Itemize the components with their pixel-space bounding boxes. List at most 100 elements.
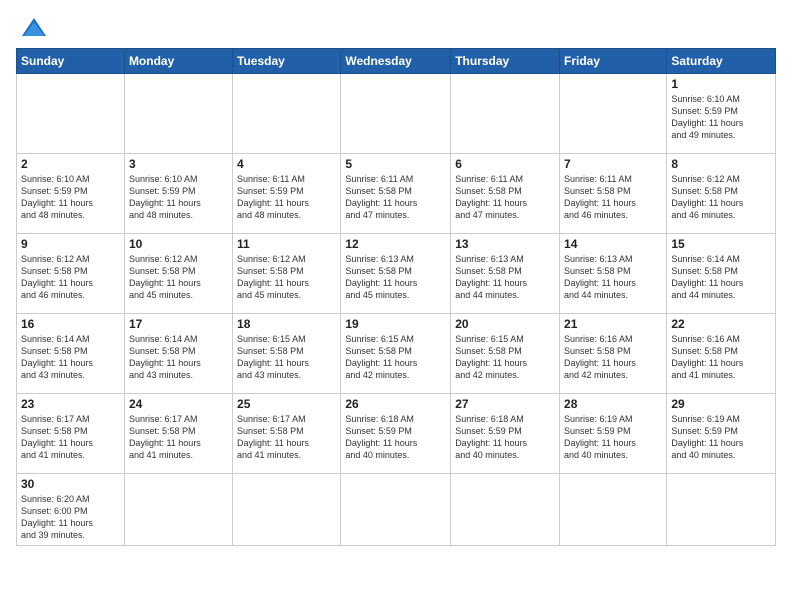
day-info: Sunrise: 6:15 AM Sunset: 5:58 PM Dayligh… <box>237 333 336 382</box>
calendar-cell <box>560 74 667 154</box>
day-number: 10 <box>129 237 228 251</box>
weekday-header-tuesday: Tuesday <box>233 49 341 74</box>
day-info: Sunrise: 6:17 AM Sunset: 5:58 PM Dayligh… <box>237 413 336 462</box>
day-info: Sunrise: 6:18 AM Sunset: 5:59 PM Dayligh… <box>345 413 446 462</box>
day-number: 9 <box>21 237 120 251</box>
day-number: 21 <box>564 317 662 331</box>
day-info: Sunrise: 6:14 AM Sunset: 5:58 PM Dayligh… <box>21 333 120 382</box>
calendar-cell: 3 Sunrise: 6:10 AM Sunset: 5:59 PM Daylig… <box>124 154 232 234</box>
calendar-cell: 18 Sunrise: 6:15 AM Sunset: 5:58 PM Dayli… <box>233 314 341 394</box>
calendar-cell <box>451 74 560 154</box>
calendar-cell: 30 Sunrise: 6:20 AM Sunset: 6:00 PM Dayli… <box>17 474 125 546</box>
calendar-week-row: 9 Sunrise: 6:12 AM Sunset: 5:58 PM Daylig… <box>17 234 776 314</box>
day-number: 7 <box>564 157 662 171</box>
weekday-header-thursday: Thursday <box>451 49 560 74</box>
day-info: Sunrise: 6:12 AM Sunset: 5:58 PM Dayligh… <box>129 253 228 302</box>
day-info: Sunrise: 6:10 AM Sunset: 5:59 PM Dayligh… <box>21 173 120 222</box>
calendar-cell <box>451 474 560 546</box>
calendar-cell: 25 Sunrise: 6:17 AM Sunset: 5:58 PM Dayli… <box>233 394 341 474</box>
day-info: Sunrise: 6:12 AM Sunset: 5:58 PM Dayligh… <box>237 253 336 302</box>
day-info: Sunrise: 6:19 AM Sunset: 5:59 PM Dayligh… <box>671 413 771 462</box>
day-info: Sunrise: 6:12 AM Sunset: 5:58 PM Dayligh… <box>671 173 771 222</box>
calendar-cell: 6 Sunrise: 6:11 AM Sunset: 5:58 PM Daylig… <box>451 154 560 234</box>
day-info: Sunrise: 6:14 AM Sunset: 5:58 PM Dayligh… <box>671 253 771 302</box>
day-info: Sunrise: 6:11 AM Sunset: 5:58 PM Dayligh… <box>455 173 555 222</box>
weekday-header-friday: Friday <box>560 49 667 74</box>
day-info: Sunrise: 6:11 AM Sunset: 5:58 PM Dayligh… <box>345 173 446 222</box>
day-info: Sunrise: 6:12 AM Sunset: 5:58 PM Dayligh… <box>21 253 120 302</box>
calendar-cell <box>124 74 232 154</box>
calendar-cell: 11 Sunrise: 6:12 AM Sunset: 5:58 PM Dayli… <box>233 234 341 314</box>
day-info: Sunrise: 6:16 AM Sunset: 5:58 PM Dayligh… <box>671 333 771 382</box>
day-info: Sunrise: 6:17 AM Sunset: 5:58 PM Dayligh… <box>21 413 120 462</box>
day-number: 24 <box>129 397 228 411</box>
logo-area <box>16 16 48 38</box>
day-info: Sunrise: 6:14 AM Sunset: 5:58 PM Dayligh… <box>129 333 228 382</box>
calendar-cell: 19Sunrise: 6:15 AM Sunset: 5:58 PM Dayli… <box>341 314 451 394</box>
day-number: 23 <box>21 397 120 411</box>
calendar-cell: 12 Sunrise: 6:13 AM Sunset: 5:58 PM Dayli… <box>341 234 451 314</box>
calendar-cell: 23 Sunrise: 6:17 AM Sunset: 5:58 PM Dayli… <box>17 394 125 474</box>
day-number: 12 <box>345 237 446 251</box>
day-number: 27 <box>455 397 555 411</box>
day-info: Sunrise: 6:20 AM Sunset: 6:00 PM Dayligh… <box>21 493 120 542</box>
day-number: 17 <box>129 317 228 331</box>
calendar-cell: 28 Sunrise: 6:19 AM Sunset: 5:59 PM Dayli… <box>560 394 667 474</box>
calendar-week-row: 2 Sunrise: 6:10 AM Sunset: 5:59 PM Daylig… <box>17 154 776 234</box>
day-number: 26 <box>345 397 446 411</box>
day-number: 8 <box>671 157 771 171</box>
weekday-header-saturday: Saturday <box>667 49 776 74</box>
logo-icon <box>20 16 48 38</box>
day-number: 11 <box>237 237 336 251</box>
calendar-cell: 17 Sunrise: 6:14 AM Sunset: 5:58 PM Dayli… <box>124 314 232 394</box>
calendar-cell <box>341 74 451 154</box>
day-number: 4 <box>237 157 336 171</box>
calendar-week-row: 16Sunrise: 6:14 AM Sunset: 5:58 PM Dayli… <box>17 314 776 394</box>
page: SundayMondayTuesdayWednesdayThursdayFrid… <box>0 0 792 556</box>
calendar-cell: 7 Sunrise: 6:11 AM Sunset: 5:58 PM Daylig… <box>560 154 667 234</box>
day-number: 15 <box>671 237 771 251</box>
day-number: 30 <box>21 477 120 491</box>
day-number: 1 <box>671 77 771 91</box>
calendar-cell <box>233 474 341 546</box>
day-number: 13 <box>455 237 555 251</box>
day-info: Sunrise: 6:16 AM Sunset: 5:58 PM Dayligh… <box>564 333 662 382</box>
day-number: 2 <box>21 157 120 171</box>
day-number: 18 <box>237 317 336 331</box>
day-number: 22 <box>671 317 771 331</box>
day-info: Sunrise: 6:13 AM Sunset: 5:58 PM Dayligh… <box>345 253 446 302</box>
calendar-cell <box>233 74 341 154</box>
header <box>16 16 776 38</box>
day-info: Sunrise: 6:15 AM Sunset: 5:58 PM Dayligh… <box>455 333 555 382</box>
calendar-cell: 14Sunrise: 6:13 AM Sunset: 5:58 PM Dayli… <box>560 234 667 314</box>
calendar-cell: 29Sunrise: 6:19 AM Sunset: 5:59 PM Dayli… <box>667 394 776 474</box>
day-number: 25 <box>237 397 336 411</box>
calendar-cell: 13Sunrise: 6:13 AM Sunset: 5:58 PM Dayli… <box>451 234 560 314</box>
day-number: 3 <box>129 157 228 171</box>
weekday-header-wednesday: Wednesday <box>341 49 451 74</box>
calendar-week-row: 30 Sunrise: 6:20 AM Sunset: 6:00 PM Dayli… <box>17 474 776 546</box>
calendar-cell: 10 Sunrise: 6:12 AM Sunset: 5:58 PM Dayli… <box>124 234 232 314</box>
calendar-cell: 8 Sunrise: 6:12 AM Sunset: 5:58 PM Daylig… <box>667 154 776 234</box>
day-number: 6 <box>455 157 555 171</box>
weekday-header-sunday: Sunday <box>17 49 125 74</box>
calendar-week-row: 23 Sunrise: 6:17 AM Sunset: 5:58 PM Dayli… <box>17 394 776 474</box>
day-info: Sunrise: 6:11 AM Sunset: 5:59 PM Dayligh… <box>237 173 336 222</box>
day-number: 14 <box>564 237 662 251</box>
calendar-cell: 5Sunrise: 6:11 AM Sunset: 5:58 PM Daylig… <box>341 154 451 234</box>
day-number: 28 <box>564 397 662 411</box>
day-info: Sunrise: 6:15 AM Sunset: 5:58 PM Dayligh… <box>345 333 446 382</box>
day-info: Sunrise: 6:19 AM Sunset: 5:59 PM Dayligh… <box>564 413 662 462</box>
day-info: Sunrise: 6:10 AM Sunset: 5:59 PM Dayligh… <box>129 173 228 222</box>
calendar-cell: 2 Sunrise: 6:10 AM Sunset: 5:59 PM Daylig… <box>17 154 125 234</box>
calendar-cell: 1 Sunrise: 6:10 AM Sunset: 5:59 PM Daylig… <box>667 74 776 154</box>
day-info: Sunrise: 6:17 AM Sunset: 5:58 PM Dayligh… <box>129 413 228 462</box>
calendar-cell <box>667 474 776 546</box>
day-number: 20 <box>455 317 555 331</box>
calendar-cell: 4 Sunrise: 6:11 AM Sunset: 5:59 PM Daylig… <box>233 154 341 234</box>
calendar-header: SundayMondayTuesdayWednesdayThursdayFrid… <box>17 49 776 74</box>
day-info: Sunrise: 6:11 AM Sunset: 5:58 PM Dayligh… <box>564 173 662 222</box>
calendar-cell: 27Sunrise: 6:18 AM Sunset: 5:59 PM Dayli… <box>451 394 560 474</box>
calendar-table: SundayMondayTuesdayWednesdayThursdayFrid… <box>16 48 776 546</box>
day-info: Sunrise: 6:10 AM Sunset: 5:59 PM Dayligh… <box>671 93 771 142</box>
